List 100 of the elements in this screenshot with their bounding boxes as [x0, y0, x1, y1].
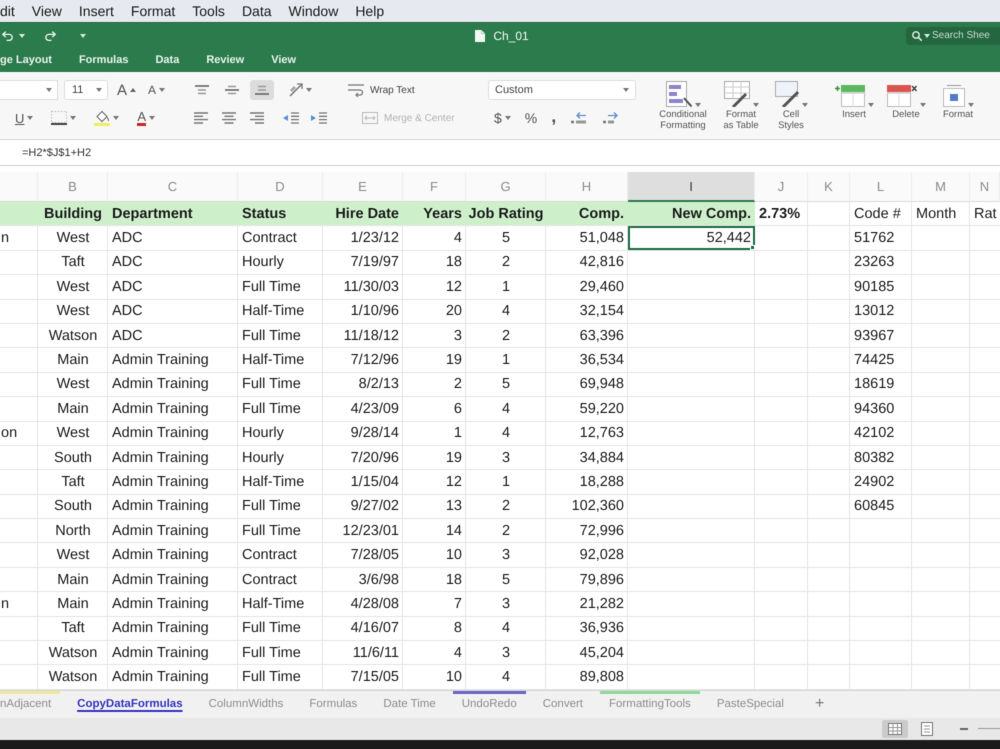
years-value[interactable]: 12 [403, 470, 466, 494]
department-text[interactable]: Admin Training [108, 397, 238, 421]
code-value[interactable]: 13012 [850, 300, 912, 323]
menu-item[interactable]: Tools [192, 3, 225, 19]
conditional-formatting-button[interactable]: Conditional Formatting [655, 79, 711, 132]
years-value[interactable]: 10 [403, 543, 466, 567]
status-text[interactable]: Full Time [238, 519, 323, 542]
building-text[interactable]: North [38, 519, 108, 542]
search-field[interactable]: Search Shee [906, 26, 1000, 44]
department-text[interactable]: Admin Training [108, 592, 238, 616]
rating-value[interactable]: 3 [466, 592, 546, 616]
date-text[interactable]: 7/28/05 [323, 543, 403, 567]
comp-value[interactable]: 92,028 [546, 543, 628, 567]
rating-value[interactable]: 1 [466, 275, 546, 299]
comp-value[interactable]: 42,816 [546, 250, 628, 274]
status-text[interactable]: Hourly [238, 446, 323, 470]
date-text[interactable]: 7/12/96 [323, 348, 403, 372]
building-text[interactable]: West [38, 422, 108, 445]
building-text[interactable]: Watson [38, 665, 108, 689]
caret-icon[interactable] [19, 34, 25, 38]
status-text[interactable]: Hourly [238, 422, 323, 445]
rating-value[interactable]: 5 [466, 372, 546, 396]
years-value[interactable]: 20 [403, 300, 466, 323]
building-text[interactable]: West [38, 543, 108, 567]
percent-button[interactable]: % [522, 108, 540, 128]
years-value[interactable]: 10 [403, 665, 466, 689]
code-value[interactable]: 60845 [850, 494, 912, 518]
rating-value[interactable]: 4 [466, 616, 546, 640]
ribbon-tab[interactable]: ge Layout [0, 54, 52, 66]
font-color-button[interactable]: A [134, 108, 158, 128]
years-value[interactable]: 19 [403, 446, 466, 470]
department-text[interactable]: Admin Training [108, 519, 238, 542]
rating-value[interactable]: 1 [466, 470, 546, 494]
building-text[interactable]: West [38, 300, 108, 323]
building-text[interactable]: West [38, 275, 108, 299]
date-text[interactable]: 4/28/08 [323, 592, 403, 616]
rating-value[interactable]: 2 [466, 519, 546, 542]
date-text[interactable]: 7/15/05 [323, 665, 403, 689]
department-text[interactable]: Admin Training [108, 348, 238, 372]
format-as-table-button[interactable]: Format as Table [717, 79, 765, 132]
building-text[interactable]: Main [38, 568, 108, 592]
code-value[interactable]: 42102 [850, 422, 912, 445]
comp-value[interactable]: 29,460 [546, 275, 628, 299]
fill-handle[interactable] [750, 244, 755, 250]
date-text[interactable]: 12/23/01 [323, 519, 403, 542]
table-heading[interactable]: New Comp. [628, 202, 755, 226]
building-text[interactable]: Main [38, 348, 108, 372]
comp-value[interactable]: 102,360 [546, 494, 628, 518]
code-value[interactable]: 93967 [850, 324, 912, 348]
rating-value[interactable]: 3 [466, 446, 546, 470]
column-heading[interactable]: Month [912, 202, 970, 226]
comp-value[interactable]: 59,220 [546, 397, 628, 421]
rating-value[interactable]: 2 [466, 250, 546, 274]
menu-item[interactable]: Help [355, 3, 384, 19]
table-heading[interactable]: Job Rating [466, 202, 546, 226]
date-text[interactable]: 8/2/13 [323, 372, 403, 396]
rating-value[interactable]: 2 [466, 494, 546, 518]
cell-styles-button[interactable]: Cell Styles [771, 79, 811, 132]
undo-icon[interactable] [2, 30, 13, 40]
department-text[interactable]: Admin Training [108, 372, 238, 396]
building-text[interactable]: Taft [38, 616, 108, 640]
department-text[interactable]: ADC [108, 324, 238, 348]
years-value[interactable]: 13 [403, 494, 466, 518]
code-value[interactable]: 18619 [850, 372, 912, 396]
years-value[interactable]: 14 [403, 519, 466, 542]
status-text[interactable]: Half-Time [238, 348, 323, 372]
building-text[interactable]: South [38, 446, 108, 470]
menu-item[interactable]: Data [242, 3, 272, 19]
status-text[interactable]: Half-Time [238, 470, 323, 494]
building-text[interactable]: Main [38, 397, 108, 421]
rating-value[interactable]: 3 [466, 543, 546, 567]
department-text[interactable]: ADC [108, 300, 238, 323]
date-text[interactable]: 4/23/09 [323, 397, 403, 421]
date-text[interactable]: 7/19/97 [323, 250, 403, 274]
years-value[interactable]: 7 [403, 592, 466, 616]
date-text[interactable]: 11/6/11 [323, 641, 403, 664]
status-text[interactable]: Contract [238, 568, 323, 592]
status-text[interactable]: Full Time [238, 494, 323, 518]
comp-value[interactable]: 63,396 [546, 324, 628, 348]
zoom-out-icon[interactable] [960, 728, 968, 730]
table-heading[interactable]: Years [403, 202, 466, 226]
building-text[interactable]: Watson [38, 641, 108, 664]
normal-view-button[interactable] [882, 720, 908, 738]
comp-value[interactable]: 69,948 [546, 372, 628, 396]
code-value[interactable]: 51762 [850, 226, 912, 250]
rating-value[interactable]: 2 [466, 324, 546, 348]
rating-value[interactable]: 4 [466, 397, 546, 421]
department-text[interactable]: ADC [108, 250, 238, 274]
table-heading[interactable]: Building [38, 202, 108, 226]
comp-value[interactable]: 36,936 [546, 616, 628, 640]
department-text[interactable]: ADC [108, 226, 238, 250]
menu-item[interactable]: Window [288, 3, 338, 19]
building-text[interactable]: Taft [38, 250, 108, 274]
building-text[interactable]: West [38, 372, 108, 396]
department-text[interactable]: Admin Training [108, 616, 238, 640]
table-heading[interactable]: Status [238, 202, 323, 226]
comp-value[interactable]: 12,763 [546, 422, 628, 445]
date-text[interactable]: 3/6/98 [323, 568, 403, 592]
date-text[interactable]: 11/30/03 [323, 275, 403, 299]
name-text[interactable]: n [0, 592, 38, 616]
